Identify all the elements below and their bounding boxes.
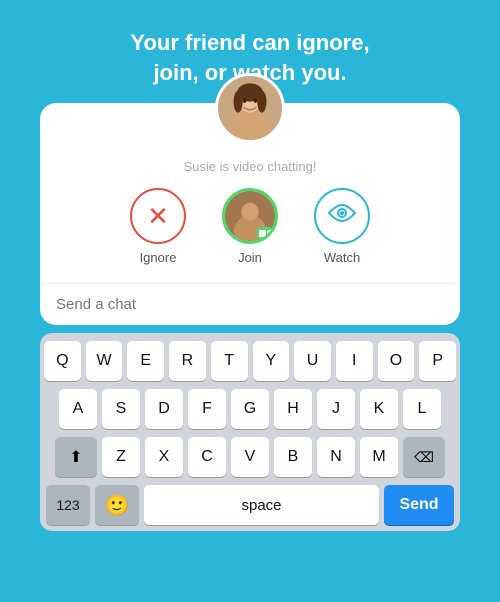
- key-g[interactable]: G: [231, 389, 269, 429]
- key-z[interactable]: Z: [102, 437, 140, 477]
- key-f[interactable]: F: [188, 389, 226, 429]
- keyboard: Q W E R T Y U I O P A S D F G H J K L ⬆ …: [40, 333, 460, 531]
- avatar-wrapper: [215, 73, 285, 143]
- keyboard-row-2: A S D F G H J K L: [44, 389, 456, 429]
- key-v[interactable]: V: [231, 437, 269, 477]
- keyboard-row-3: ⬆ Z X C V B N M ⌫: [44, 437, 456, 477]
- key-o[interactable]: O: [378, 341, 415, 381]
- key-p[interactable]: P: [419, 341, 456, 381]
- x-icon: ✕: [147, 203, 169, 229]
- key-a[interactable]: A: [59, 389, 97, 429]
- actions-row: ✕ Ignore: [130, 188, 370, 265]
- ignore-label: Ignore: [140, 250, 177, 265]
- watch-label: Watch: [324, 250, 360, 265]
- keyboard-row-1: Q W E R T Y U I O P: [44, 341, 456, 381]
- key-r[interactable]: R: [169, 341, 206, 381]
- key-i[interactable]: I: [336, 341, 373, 381]
- key-d[interactable]: D: [145, 389, 183, 429]
- key-x[interactable]: X: [145, 437, 183, 477]
- delete-key[interactable]: ⌫: [403, 437, 445, 477]
- join-action: Join: [222, 188, 278, 265]
- chat-input[interactable]: [40, 283, 460, 325]
- send-key[interactable]: Send: [384, 485, 454, 525]
- key-m[interactable]: M: [360, 437, 398, 477]
- shift-key[interactable]: ⬆: [55, 437, 97, 477]
- key-q[interactable]: Q: [44, 341, 81, 381]
- key-j[interactable]: J: [317, 389, 355, 429]
- key-y[interactable]: Y: [253, 341, 290, 381]
- watch-button[interactable]: [314, 188, 370, 244]
- key-n[interactable]: N: [317, 437, 355, 477]
- emoji-key[interactable]: 🙂: [95, 485, 139, 525]
- join-button[interactable]: [222, 188, 278, 244]
- key-s[interactable]: S: [102, 389, 140, 429]
- numbers-key[interactable]: 123: [46, 485, 90, 525]
- key-e[interactable]: E: [127, 341, 164, 381]
- status-text: Susie is video chatting!: [184, 159, 317, 174]
- key-h[interactable]: H: [274, 389, 312, 429]
- key-c[interactable]: C: [188, 437, 226, 477]
- key-t[interactable]: T: [211, 341, 248, 381]
- space-key[interactable]: space: [144, 485, 379, 525]
- key-u[interactable]: U: [294, 341, 331, 381]
- join-label: Join: [238, 250, 262, 265]
- keyboard-bottom-row: 123 🙂 space Send: [44, 485, 456, 525]
- watch-action: Watch: [314, 188, 370, 265]
- key-k[interactable]: K: [360, 389, 398, 429]
- video-badge: [257, 227, 273, 239]
- ignore-action: ✕ Ignore: [130, 188, 186, 265]
- avatar: [215, 73, 285, 143]
- ignore-button[interactable]: ✕: [130, 188, 186, 244]
- eye-icon: [328, 203, 356, 229]
- key-l[interactable]: L: [403, 389, 441, 429]
- key-w[interactable]: W: [86, 341, 123, 381]
- key-b[interactable]: B: [274, 437, 312, 477]
- notification-card: Susie is video chatting! ✕ Ignore: [40, 103, 460, 325]
